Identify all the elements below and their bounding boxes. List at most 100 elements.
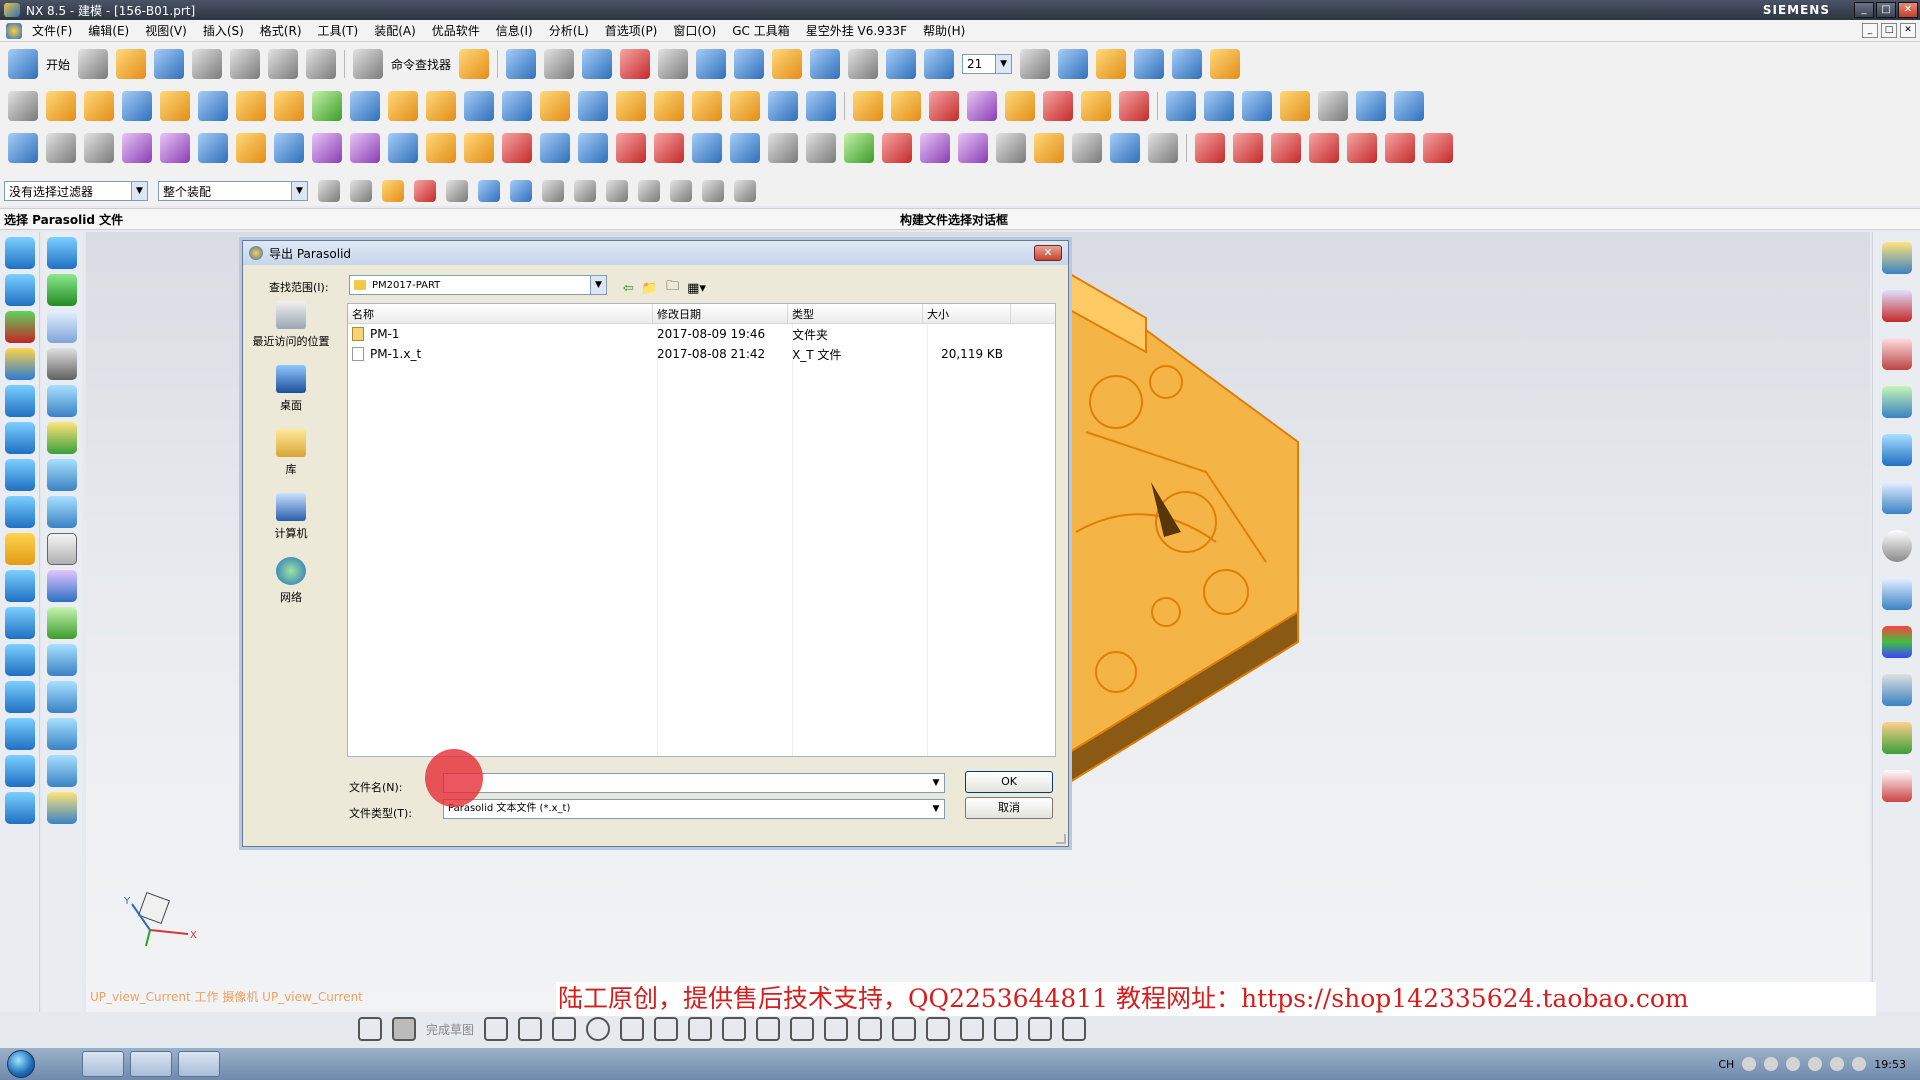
delete-icon[interactable] (230, 49, 261, 79)
abs-icon[interactable] (4, 459, 35, 491)
selection-scope-combo[interactable]: 整个装配 ▼ (158, 181, 308, 201)
file-row[interactable]: PM-1 2017-08-09 19:46 文件夹 (348, 324, 1055, 344)
paste-icon[interactable] (544, 49, 575, 79)
system-materials-icon[interactable] (1881, 674, 1912, 706)
surface-icon[interactable] (1166, 91, 1196, 121)
block-icon[interactable] (122, 91, 152, 121)
menu-view[interactable]: 视图(V) (145, 22, 187, 39)
select-all-icon[interactable] (350, 180, 372, 202)
node-tree-icon[interactable] (47, 644, 77, 676)
chevron-down-icon[interactable]: ▼ (928, 800, 944, 818)
rounded-box-icon[interactable] (4, 570, 35, 602)
thicken-icon[interactable] (692, 91, 722, 121)
project-curve-icon[interactable] (1385, 133, 1415, 163)
abs-rotate-icon[interactable] (4, 496, 35, 528)
chevron-down-icon[interactable]: ▼ (928, 774, 944, 792)
cube-icon[interactable] (350, 133, 380, 163)
pad-icon[interactable] (274, 91, 304, 121)
finish-sketch-icon[interactable] (392, 1017, 416, 1041)
spring-icon[interactable] (388, 133, 418, 163)
background-icon[interactable] (848, 49, 879, 79)
menu-file[interactable]: 文件(F) (32, 22, 72, 39)
extract-icon[interactable] (236, 133, 266, 163)
replace-face-icon[interactable] (967, 91, 997, 121)
menu-preferences[interactable]: 首选项(P) (605, 22, 658, 39)
pull-face-icon[interactable] (1081, 91, 1111, 121)
menu-xingkong-plugin[interactable]: 星空外挂 V6.933F (806, 22, 907, 39)
edge-blend-icon[interactable] (426, 91, 456, 121)
menu-tools[interactable]: 工具(T) (318, 22, 359, 39)
shell-icon[interactable] (502, 91, 532, 121)
filter-icon[interactable] (540, 133, 570, 163)
place-network[interactable]: 网络 (251, 557, 331, 605)
internet-explorer-icon[interactable] (1881, 434, 1912, 466)
gear-icon[interactable] (47, 533, 77, 565)
menu-format[interactable]: 格式(R) (260, 22, 302, 39)
part-model[interactable] (1069, 272, 1299, 784)
snap-icon[interactable] (1172, 49, 1203, 79)
box-icon[interactable] (312, 133, 342, 163)
start-icon[interactable] (8, 49, 38, 79)
network-status-icon[interactable] (1830, 1057, 1845, 1071)
filename-input[interactable]: ▼ (443, 773, 945, 793)
pen-icon[interactable] (1034, 133, 1064, 163)
palette-icon[interactable] (1881, 626, 1912, 658)
sketch-point-icon[interactable] (756, 1017, 781, 1041)
ruled-icon[interactable] (1280, 91, 1310, 121)
fit-view-icon[interactable] (620, 49, 651, 79)
unite-icon[interactable] (312, 91, 342, 121)
save-icon[interactable] (154, 49, 185, 79)
wcs-icon[interactable] (1058, 49, 1089, 79)
place-computer[interactable]: 计算机 (251, 493, 331, 541)
revolve-icon[interactable] (84, 91, 114, 121)
sketch-trim-icon[interactable] (824, 1017, 849, 1041)
bridge-curve-icon[interactable] (1347, 133, 1377, 163)
input-method-icon[interactable] (1742, 1057, 1757, 1071)
sketch-pattern-icon[interactable] (994, 1017, 1019, 1041)
start-label[interactable]: 开始 (46, 56, 70, 73)
refresh-icon[interactable] (4, 385, 35, 417)
filetype-select[interactable]: Parasolid 文本文件 (*.x_t) ▼ (443, 799, 945, 819)
copy-icon[interactable] (506, 49, 537, 79)
red-cube-icon[interactable] (616, 133, 646, 163)
column-date[interactable]: 修改日期 (653, 304, 788, 323)
resize-blend-icon[interactable] (1005, 91, 1035, 121)
menu-help[interactable]: 帮助(H) (923, 22, 965, 39)
sketch-mirror-icon[interactable] (1028, 1017, 1053, 1041)
sync-icon[interactable] (4, 422, 35, 454)
doc-minimize-button[interactable]: _ (1862, 23, 1878, 38)
sketch-extend-icon[interactable] (858, 1017, 883, 1041)
down-arrow-icon[interactable] (4, 274, 35, 306)
spline-icon[interactable] (958, 133, 988, 163)
studio-spline-icon[interactable] (1271, 133, 1301, 163)
touch-mode-icon[interactable] (459, 49, 490, 79)
shaded-icon[interactable] (658, 49, 689, 79)
back-icon[interactable]: ⇦ (623, 281, 634, 296)
column-type[interactable]: 类型 (788, 304, 923, 323)
line-icon[interactable] (1195, 133, 1225, 163)
cancel-button[interactable]: 取消 (965, 797, 1053, 819)
polygon-icon[interactable] (806, 133, 836, 163)
endpoint-snap-icon[interactable] (542, 180, 564, 202)
expression-icon[interactable] (8, 133, 38, 163)
existing-point-snap-icon[interactable] (734, 180, 756, 202)
taskbar-app-chrome[interactable] (130, 1051, 172, 1077)
sketch-offset-icon[interactable] (790, 1017, 815, 1041)
pattern-icon[interactable] (730, 91, 760, 121)
menu-gc-toolkit[interactable]: GC 工具箱 (732, 22, 790, 39)
wrap-icon[interactable] (426, 133, 456, 163)
document-menu-icon[interactable] (6, 22, 22, 39)
finish-sketch-label[interactable]: 完成草图 (426, 1021, 474, 1038)
wireframe-icon[interactable] (734, 49, 765, 79)
document-icon[interactable] (1881, 482, 1912, 514)
relation-icon[interactable] (47, 570, 77, 602)
file-row[interactable]: PM-1.x_t 2017-08-08 21:42 X_T 文件 20,119 … (348, 344, 1055, 364)
open-file-icon[interactable] (116, 49, 147, 79)
menu-edit[interactable]: 编辑(E) (88, 22, 129, 39)
spread-icon[interactable] (578, 133, 608, 163)
maximize-button[interactable]: □ (1876, 2, 1896, 18)
flag-icon[interactable] (1852, 1057, 1867, 1071)
book-icon[interactable] (47, 311, 77, 343)
print-history-icon[interactable] (1881, 770, 1912, 802)
minimize-button[interactable]: _ (1854, 2, 1874, 18)
